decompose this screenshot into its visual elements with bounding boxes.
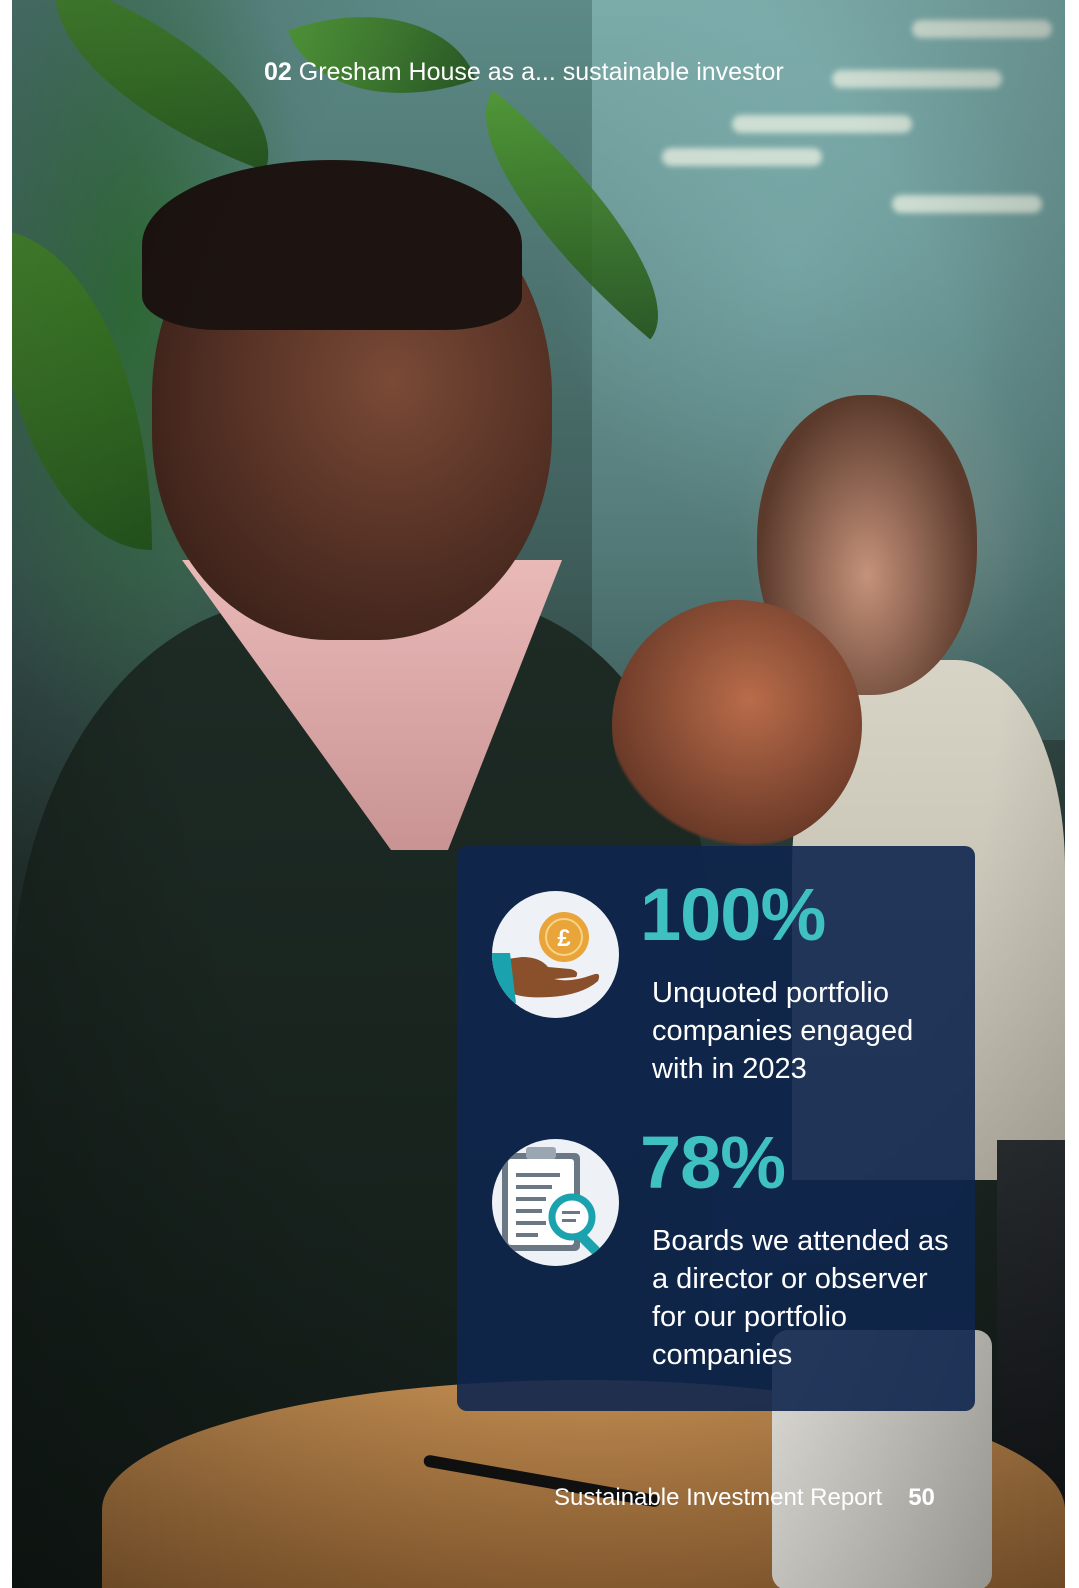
section-header: 02 Gresham House as a... sustainable inv… (264, 58, 784, 87)
svg-text:£: £ (557, 925, 571, 952)
stat-description: Unquoted portfolio companies engaged wit… (652, 977, 914, 1085)
section-number: 02 (264, 58, 292, 86)
page-footer: Sustainable Investment Report 50 (554, 1484, 935, 1512)
stat-value: 78% (640, 1121, 786, 1204)
clipboard-magnifier-icon (492, 1139, 619, 1266)
stats-panel: £ 100% Unquoted portfolio companies enga… (457, 846, 975, 1411)
coin-in-hand-icon: £ (492, 891, 619, 1018)
stat-description: Boards we attended as a director or obse… (652, 1225, 949, 1371)
stat-value: 100% (640, 873, 826, 956)
report-page: 02 Gresham House as a... sustainable inv… (12, 0, 1065, 1588)
page-number: 50 (908, 1484, 935, 1511)
section-title: Gresham House as a... sustainable invest… (298, 58, 784, 86)
report-title: Sustainable Investment Report (554, 1484, 883, 1511)
